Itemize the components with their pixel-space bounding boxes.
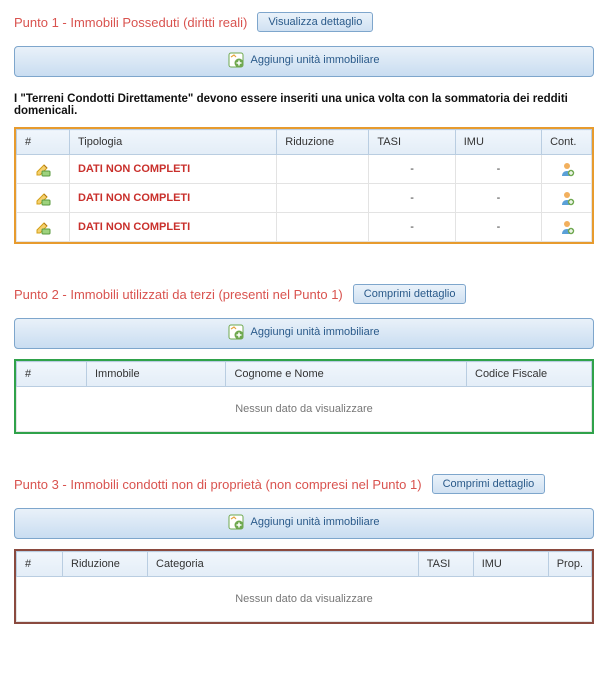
section-header: Punto 2 - Immobili utilizzati da terzi (… xyxy=(14,284,594,304)
col-immobile[interactable]: Immobile xyxy=(87,362,226,387)
table-row[interactable]: DATI NON COMPLETI -- xyxy=(17,155,592,184)
col-categoria[interactable]: Categoria xyxy=(148,552,419,577)
add-icon xyxy=(228,514,244,530)
table-frame: # Immobile Cognome e Nome Codice Fiscale… xyxy=(14,359,594,434)
col-cf[interactable]: Codice Fiscale xyxy=(467,362,592,387)
col-cont[interactable]: Cont. xyxy=(542,130,592,155)
immobili-posseduti-table: # Tipologia Riduzione TASI IMU Cont. DAT… xyxy=(16,129,592,242)
visualize-detail-button[interactable]: Visualizza dettaglio xyxy=(257,12,373,32)
table-empty-row: Nessun dato da visualizzare xyxy=(17,577,592,622)
row-edit-icon[interactable] xyxy=(17,184,70,213)
table-empty-row: Nessun dato da visualizzare xyxy=(17,387,592,432)
collapse-detail-button[interactable]: Comprimi dettaglio xyxy=(432,474,546,494)
cell-imu: - xyxy=(455,155,541,184)
row-user-icon[interactable] xyxy=(542,213,592,242)
cell-imu: - xyxy=(455,184,541,213)
immobili-terzi-table: # Immobile Cognome e Nome Codice Fiscale… xyxy=(16,361,592,432)
cell-riduzione xyxy=(277,213,369,242)
section-title: Punto 1 - Immobili Posseduti (diritti re… xyxy=(14,15,247,30)
col-tasi[interactable]: TASI xyxy=(418,552,473,577)
row-edit-icon[interactable] xyxy=(17,155,70,184)
section-punto-2: Punto 2 - Immobili utilizzati da terzi (… xyxy=(14,284,594,434)
cell-riduzione xyxy=(277,155,369,184)
col-imu[interactable]: IMU xyxy=(455,130,541,155)
add-icon xyxy=(228,324,244,340)
col-num[interactable]: # xyxy=(17,362,87,387)
section-header: Punto 3 - Immobili condotti non di propr… xyxy=(14,474,594,494)
collapse-detail-button[interactable]: Comprimi dettaglio xyxy=(353,284,467,304)
add-unit-button[interactable]: Aggiungi unità immobiliare xyxy=(14,318,594,349)
table-frame: # Riduzione Categoria TASI IMU Prop. Nes… xyxy=(14,549,594,624)
add-icon xyxy=(228,52,244,68)
table-header-row: # Immobile Cognome e Nome Codice Fiscale xyxy=(17,362,592,387)
section-punto-1: Punto 1 - Immobili Posseduti (diritti re… xyxy=(14,12,594,244)
cell-tasi: - xyxy=(369,184,455,213)
table-header-row: # Riduzione Categoria TASI IMU Prop. xyxy=(17,552,592,577)
cell-riduzione xyxy=(277,184,369,213)
table-frame: # Tipologia Riduzione TASI IMU Cont. DAT… xyxy=(14,127,594,244)
table-row[interactable]: DATI NON COMPLETI -- xyxy=(17,184,592,213)
add-unit-button[interactable]: Aggiungi unità immobiliare xyxy=(14,46,594,77)
cell-tipologia: DATI NON COMPLETI xyxy=(69,213,276,242)
col-imu[interactable]: IMU xyxy=(473,552,548,577)
section-punto-3: Punto 3 - Immobili condotti non di propr… xyxy=(14,474,594,624)
section-title: Punto 3 - Immobili condotti non di propr… xyxy=(14,477,422,492)
row-user-icon[interactable] xyxy=(542,184,592,213)
col-tipologia[interactable]: Tipologia xyxy=(69,130,276,155)
col-num[interactable]: # xyxy=(17,130,70,155)
section-title: Punto 2 - Immobili utilizzati da terzi (… xyxy=(14,287,343,302)
col-prop[interactable]: Prop. xyxy=(548,552,591,577)
add-unit-label: Aggiungi unità immobiliare xyxy=(250,516,379,528)
table-header-row: # Tipologia Riduzione TASI IMU Cont. xyxy=(17,130,592,155)
col-tasi[interactable]: TASI xyxy=(369,130,455,155)
cell-tipologia: DATI NON COMPLETI xyxy=(69,184,276,213)
col-riduzione[interactable]: Riduzione xyxy=(63,552,148,577)
empty-message: Nessun dato da visualizzare xyxy=(17,577,592,622)
add-unit-label: Aggiungi unità immobiliare xyxy=(250,54,379,66)
col-riduzione[interactable]: Riduzione xyxy=(277,130,369,155)
row-edit-icon[interactable] xyxy=(17,213,70,242)
col-cognome[interactable]: Cognome e Nome xyxy=(226,362,467,387)
add-unit-label: Aggiungi unità immobiliare xyxy=(250,326,379,338)
cell-tasi: - xyxy=(369,155,455,184)
cell-tipologia: DATI NON COMPLETI xyxy=(69,155,276,184)
info-note: I "Terreni Condotti Direttamente" devono… xyxy=(14,93,594,117)
table-row[interactable]: DATI NON COMPLETI -- xyxy=(17,213,592,242)
row-user-icon[interactable] xyxy=(542,155,592,184)
empty-message: Nessun dato da visualizzare xyxy=(17,387,592,432)
immobili-non-proprieta-table: # Riduzione Categoria TASI IMU Prop. Nes… xyxy=(16,551,592,622)
cell-tasi: - xyxy=(369,213,455,242)
section-header: Punto 1 - Immobili Posseduti (diritti re… xyxy=(14,12,594,32)
col-num[interactable]: # xyxy=(17,552,63,577)
cell-imu: - xyxy=(455,213,541,242)
add-unit-button[interactable]: Aggiungi unità immobiliare xyxy=(14,508,594,539)
